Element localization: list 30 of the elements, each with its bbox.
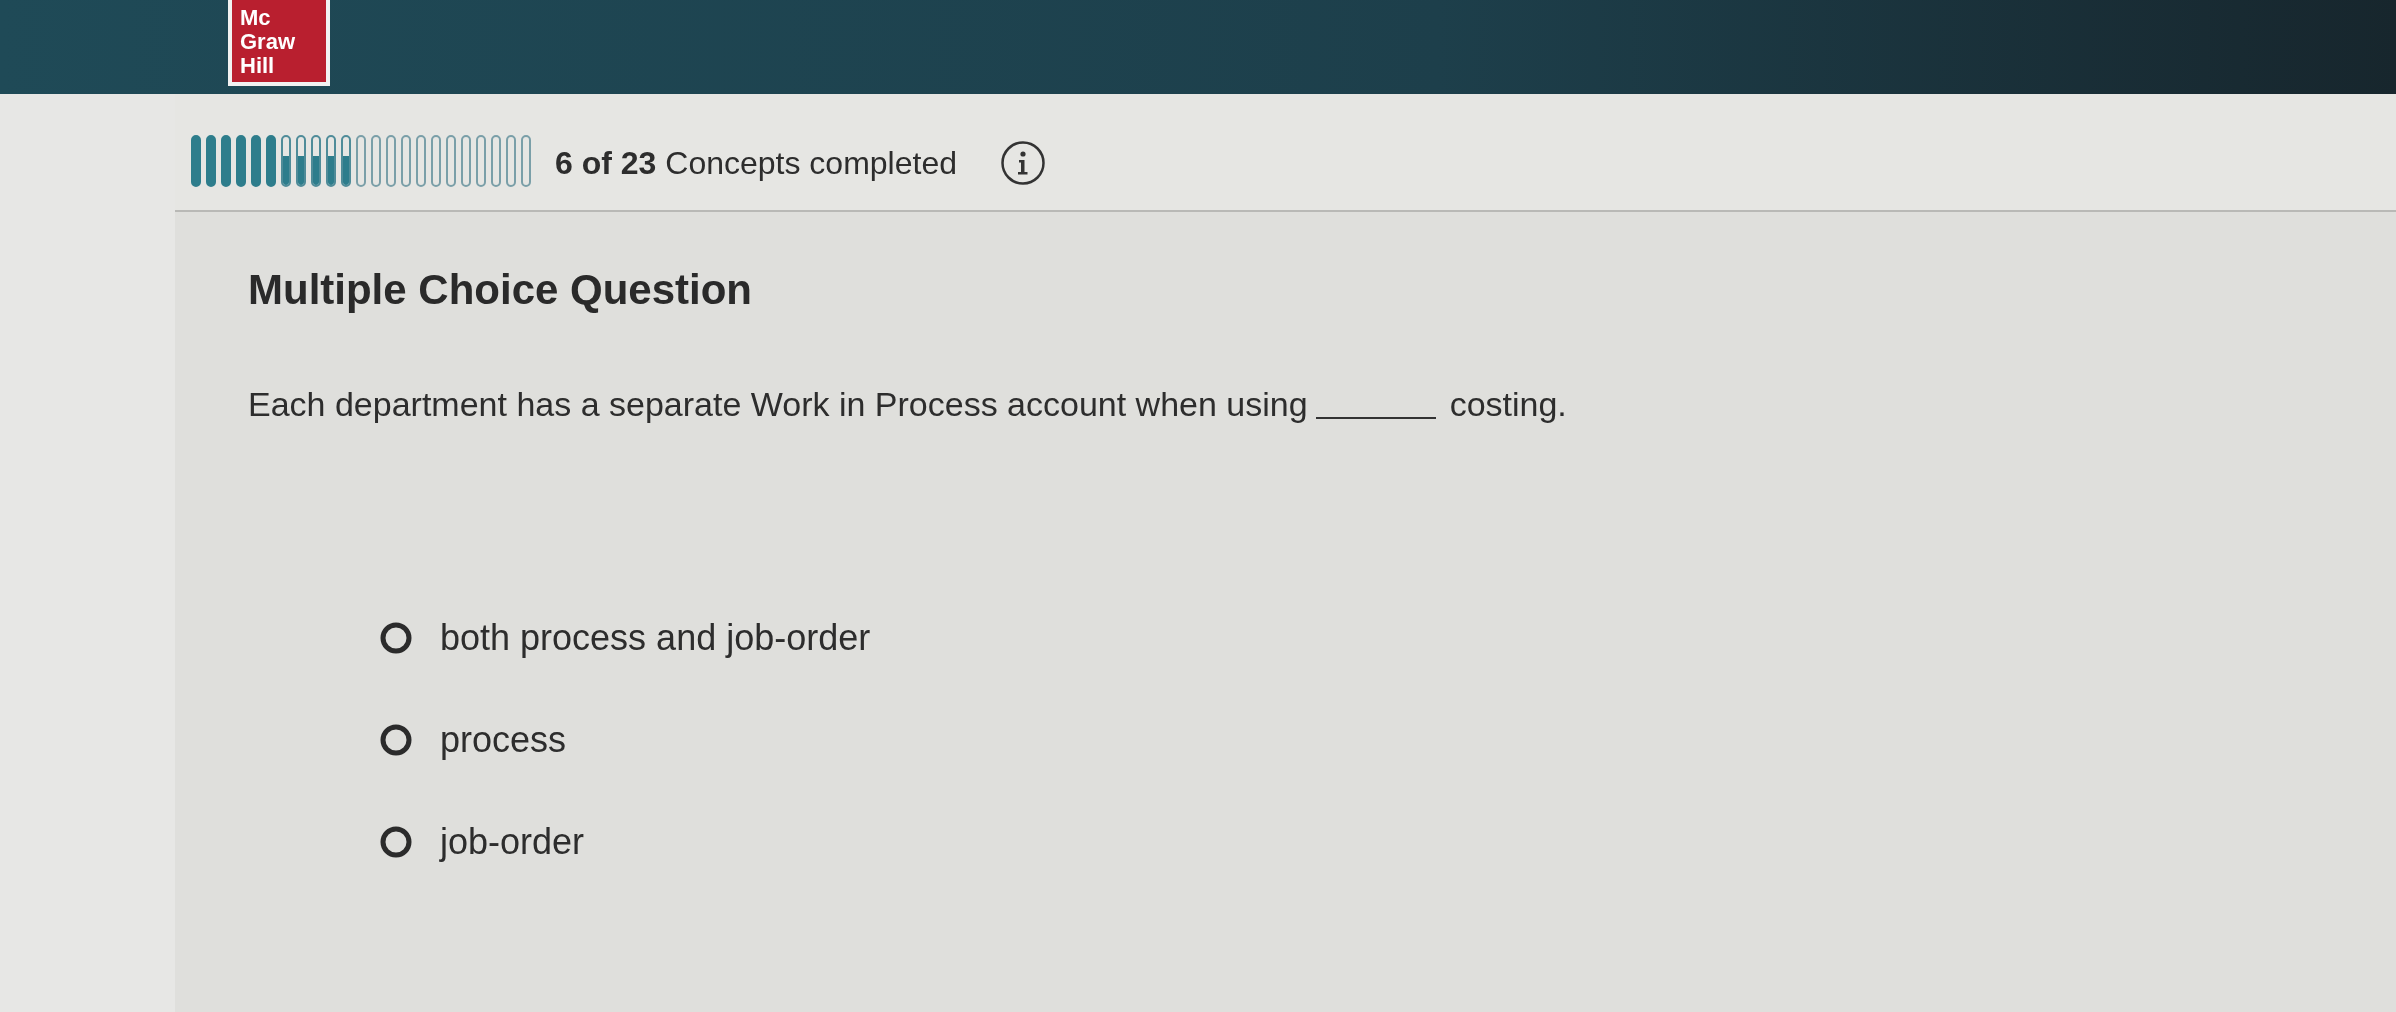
progress-status: 6 of 23 Concepts completed [555, 145, 957, 182]
question-text: costing. [1449, 384, 1567, 425]
progress-segment [446, 135, 456, 187]
option-label[interactable]: process [440, 718, 567, 762]
radio-button[interactable] [380, 622, 412, 654]
radio-button[interactable] [380, 724, 412, 756]
question-text: Each department has a separate Work in Process account when using [248, 384, 1308, 425]
progress-segment [401, 135, 411, 187]
progress-segment [191, 135, 201, 187]
progress-segment [416, 135, 426, 187]
progress-segment [476, 135, 486, 187]
progress-segment [206, 135, 216, 187]
progress-segment [521, 135, 531, 187]
option-label[interactable]: both process and job-order [440, 616, 871, 660]
progress-segment [221, 135, 231, 187]
radio-button[interactable] [380, 826, 412, 858]
progress-segment [356, 135, 366, 187]
progress-segment [386, 135, 396, 187]
progress-segment [506, 135, 516, 187]
brand-logo: Mc Graw Hill [228, 0, 330, 86]
progress-segment [461, 135, 471, 187]
progress-segment [371, 135, 381, 187]
progress-segment [491, 135, 501, 187]
progress-segment [236, 135, 246, 187]
progress-segment [266, 135, 276, 187]
option-label[interactable]: job-order [440, 820, 585, 864]
progress-segment [251, 135, 261, 187]
question-heading: Multiple Choice Question [248, 265, 753, 315]
info-icon[interactable] [1001, 141, 1045, 185]
progress-segment [431, 135, 441, 187]
